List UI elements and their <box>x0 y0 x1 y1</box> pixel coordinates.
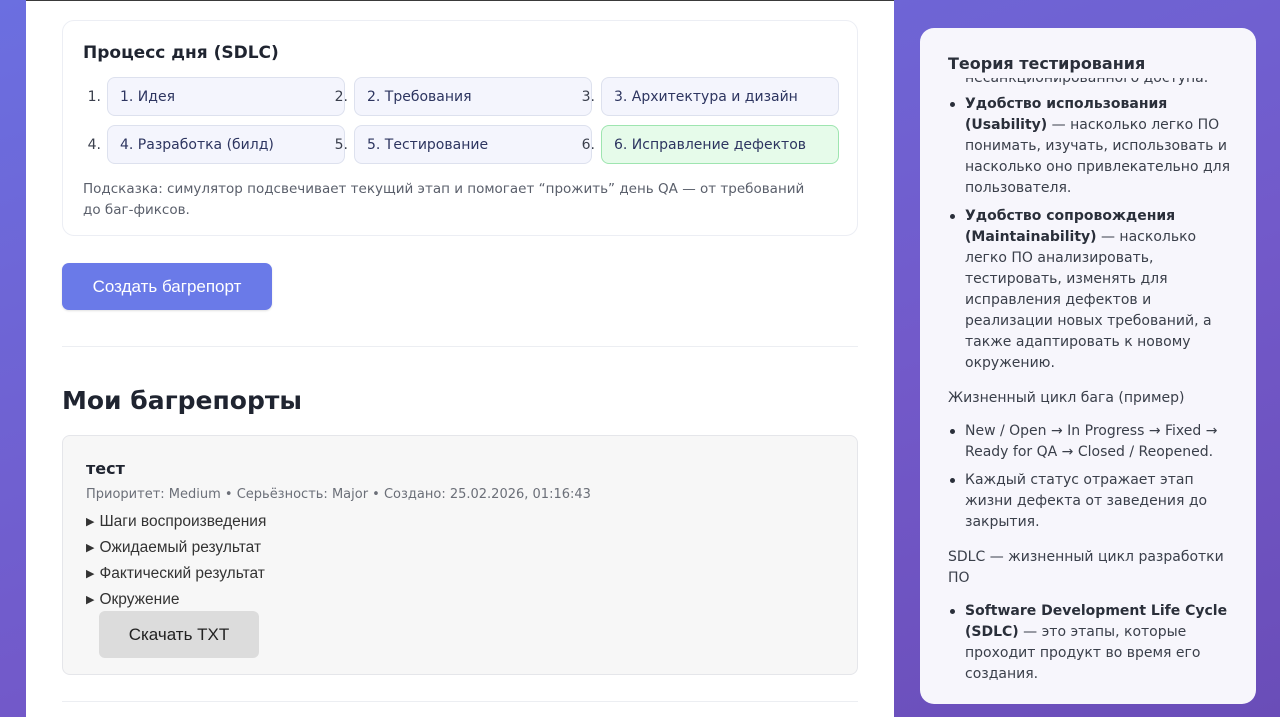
details-environment[interactable]: ▶ Окружение <box>86 591 180 609</box>
sdlc-list: Software Development Life Cycle (SDLC) —… <box>948 601 1238 685</box>
stage-number: 2. <box>334 88 348 105</box>
details-summary: Ожидаемый результат <box>99 539 262 556</box>
stage-label[interactable]: 5. Тестирование <box>354 125 592 164</box>
disclosure-triangle-icon: ▶ <box>86 568 95 580</box>
list-item: Удобство использования (Usability) — нас… <box>948 94 1238 199</box>
sdlc-stage-5[interactable]: 5. 5. Тестирование <box>330 125 592 164</box>
report-title: тест <box>86 459 125 478</box>
list-item: New / Open → In Progress → Fixed → Ready… <box>948 421 1238 463</box>
stage-number: 6. <box>581 136 595 153</box>
details-actual[interactable]: ▶ Фактический результат <box>86 565 265 583</box>
list-item: Software Development Life Cycle (SDLC) —… <box>948 601 1238 685</box>
cut-off-text: несанкционированного доступа. <box>965 78 1209 86</box>
bug-lifecycle-list: New / Open → In Progress → Fixed → Ready… <box>948 421 1238 533</box>
theory-panel: Теория тестирования несанкционированного… <box>920 28 1256 704</box>
disclosure-triangle-icon: ▶ <box>86 516 95 528</box>
create-bug-report-button[interactable]: Создать багрепорт <box>62 263 272 310</box>
cut-off-line: несанкционированного доступа. <box>948 78 1238 90</box>
stage-number: 5. <box>334 136 348 153</box>
details-summary: Шаги воспроизведения <box>99 513 267 530</box>
stage-number: 1. <box>87 88 101 105</box>
sdlc-stage-4[interactable]: 4. 4. Разработка (билд) <box>83 125 345 164</box>
stage-number: 4. <box>87 136 101 153</box>
download-txt-button[interactable]: Скачать TXT <box>99 611 259 658</box>
stage-label[interactable]: 1. Идея <box>107 77 345 116</box>
bug-lifecycle-heading: Жизненный цикл бага (пример) <box>948 390 1185 406</box>
disclosure-triangle-icon: ▶ <box>86 542 95 554</box>
theory-content: несанкционированного доступа. Удобство и… <box>948 78 1238 692</box>
details-summary: Фактический результат <box>99 565 265 582</box>
main-content: Процесс дня (SDLC) 1. 1. Идея 2. 2. Треб… <box>26 0 894 717</box>
report-meta: Приоритет: Medium • Серьёзность: Major •… <box>86 487 591 502</box>
list-item: Удобство сопровождения (Maintainability)… <box>948 206 1238 374</box>
my-reports-title: Мои багрепорты <box>62 386 302 415</box>
sdlc-heading: SDLC — жизненный цикл разработки ПО <box>948 549 1224 586</box>
stage-label[interactable]: 3. Архитектура и дизайн <box>601 77 839 116</box>
sdlc-title: Процесс дня (SDLC) <box>83 43 279 63</box>
section-divider <box>62 701 858 702</box>
details-expected[interactable]: ▶ Ожидаемый результат <box>86 539 261 557</box>
disclosure-triangle-icon: ▶ <box>86 594 95 606</box>
sdlc-stage-6-active[interactable]: 6. 6. Исправление дефектов <box>577 125 839 164</box>
quality-list: Удобство использования (Usability) — нас… <box>948 94 1238 374</box>
sdlc-process-card: Процесс дня (SDLC) 1. 1. Идея 2. 2. Треб… <box>62 20 858 236</box>
section-divider <box>62 346 858 347</box>
theory-scroll-area[interactable]: несанкционированного доступа. Удобство и… <box>920 78 1256 704</box>
stage-label[interactable]: 2. Требования <box>354 77 592 116</box>
sdlc-stage-3[interactable]: 3. 3. Архитектура и дизайн <box>577 77 839 116</box>
theory-title: Теория тестирования <box>948 54 1146 73</box>
details-steps[interactable]: ▶ Шаги воспроизведения <box>86 513 266 531</box>
bug-report-card: тест Приоритет: Medium • Серьёзность: Ma… <box>62 435 858 675</box>
sdlc-stage-1[interactable]: 1. 1. Идея <box>83 77 345 116</box>
list-item: Каждый статус отражает этап жизни дефект… <box>948 470 1238 533</box>
details-summary: Окружение <box>99 591 180 608</box>
stage-number: 3. <box>581 88 595 105</box>
stage-label[interactable]: 4. Разработка (билд) <box>107 125 345 164</box>
sdlc-hint: Подсказка: симулятор подсвечивает текущи… <box>83 181 805 218</box>
sdlc-stage-2[interactable]: 2. 2. Требования <box>330 77 592 116</box>
definition: — насколько легко ПО анализировать, тест… <box>965 229 1212 371</box>
stage-label[interactable]: 6. Исправление дефектов <box>601 125 839 164</box>
